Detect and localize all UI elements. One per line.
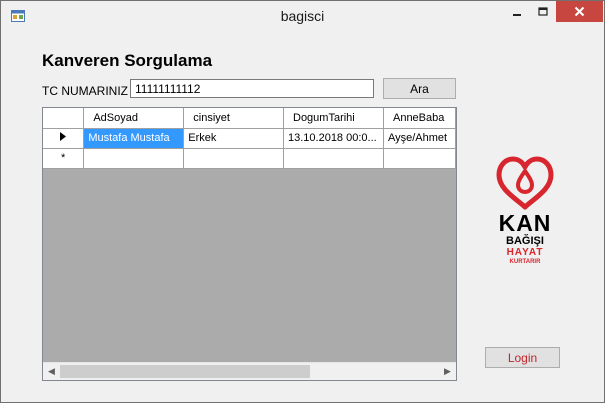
minimize-button[interactable] [504,1,530,22]
current-row-icon[interactable] [43,128,85,149]
donor-data-grid[interactable]: AdSoyad cinsiyet DogumTarihi AnneBaba Mu… [42,107,457,381]
grid-table: AdSoyad cinsiyet DogumTarihi AnneBaba Mu… [43,108,456,169]
tc-label: TC NUMARINIZ [42,84,128,98]
logo-text-bagisi: BAĞIŞI [506,235,544,247]
page-title: Kanveren Sorgulama [42,51,213,70]
new-cell[interactable] [283,148,384,169]
close-icon [574,6,585,17]
login-button[interactable]: Login [485,347,560,368]
cell-adsoyad[interactable]: Mustafa Mustafa [83,128,185,149]
new-cell[interactable] [183,148,284,169]
column-header-annebaba[interactable]: AnneBaba [383,108,456,129]
kan-bagisi-logo: KAN BAĞIŞI HAYAT KURTARIR [493,155,557,287]
blood-drop-heart-icon [496,156,554,210]
cell-cinsiyet[interactable]: Erkek [183,128,284,149]
minimize-icon [513,13,521,16]
grid-header-row: AdSoyad cinsiyet DogumTarihi AnneBaba [43,108,456,129]
main-window: bagisci Kanveren Sorgulama TC NUMARINIZ … [0,0,605,403]
form-client-area: Kanveren Sorgulama TC NUMARINIZ Ara AdSo… [9,31,596,395]
scrollbar-thumb[interactable] [60,365,310,378]
tc-input[interactable] [130,79,374,98]
close-button[interactable] [556,1,603,22]
logo-text-kurtarir: KURTARIR [509,259,541,265]
search-button[interactable]: Ara [383,78,456,99]
cell-annebaba[interactable]: Ayşe/Ahmet [383,128,456,149]
column-header-dogumtarihi[interactable]: DogumTarihi [283,108,384,129]
column-header-adsoyad[interactable]: AdSoyad [83,108,185,129]
title-bar[interactable]: bagisci [1,1,604,31]
logo-text-hayat: HAYAT [506,247,544,258]
grid-corner-header[interactable] [43,108,85,129]
logo-text-kan: KAN [498,210,552,236]
maximize-button[interactable] [530,1,556,22]
table-row[interactable]: Mustafa Mustafa Erkek 13.10.2018 00:0...… [43,128,456,149]
maximize-icon [538,6,548,16]
scroll-left-icon[interactable]: ◀ [43,363,60,380]
horizontal-scrollbar[interactable]: ◀ ▶ [43,362,456,380]
new-cell[interactable] [83,148,185,169]
cell-dogumtarihi[interactable]: 13.10.2018 00:0... [283,128,384,149]
scroll-right-icon[interactable]: ▶ [439,363,456,380]
new-cell[interactable] [383,148,456,169]
column-header-cinsiyet[interactable]: cinsiyet [183,108,284,129]
new-row-marker[interactable]: * [43,148,85,169]
new-row[interactable]: * [43,148,456,169]
